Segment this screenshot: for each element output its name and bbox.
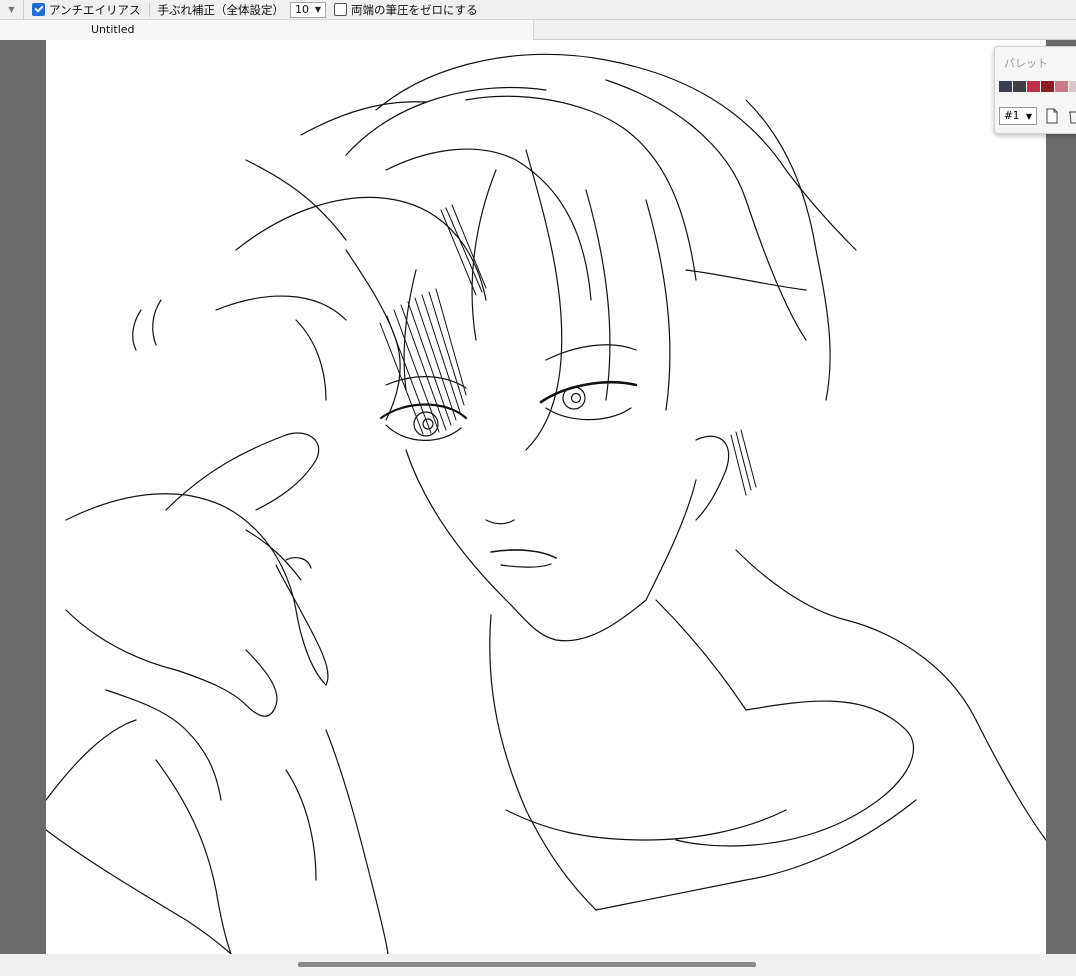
new-page-icon[interactable]: [1045, 108, 1059, 124]
toolbar-divider: [148, 2, 150, 17]
tool-dropdown-button[interactable]: ▼: [0, 0, 24, 20]
document-tab-bar: Untitled: [0, 20, 1076, 40]
trash-icon[interactable]: [1067, 108, 1076, 124]
horizontal-scrollbar[interactable]: [298, 962, 756, 967]
zero-pressure-label: 両端の筆圧をゼロにする: [351, 2, 478, 17]
color-swatch[interactable]: [1055, 81, 1068, 92]
line-art-illustration: [46, 53, 1046, 954]
palette-title: パレット: [1004, 57, 1048, 70]
chevron-down-icon: ▼: [1025, 111, 1032, 121]
stabilizer-value: 10: [295, 3, 310, 16]
color-swatch[interactable]: [1027, 81, 1040, 92]
app-window: ▼ アンチエイリアス 手ぶれ補正（全体設定） 10 ▼ 両端の筆圧をゼロにする …: [0, 0, 1076, 976]
stabilizer-select[interactable]: 10 ▼: [290, 1, 327, 18]
tab-label: Untitled: [91, 23, 135, 36]
drawing-canvas[interactable]: [46, 40, 1046, 954]
palette-set-select[interactable]: #1 ▼: [999, 107, 1037, 125]
palette-set-value: #1: [1004, 110, 1020, 122]
color-swatch[interactable]: [999, 81, 1012, 92]
palette-panel: パレット #1 ▼: [994, 46, 1076, 134]
chevron-down-icon: ▼: [314, 5, 322, 14]
zero-pressure-checkbox[interactable]: [334, 3, 348, 16]
chevron-down-icon: ▼: [8, 5, 15, 14]
antialias-label: アンチエイリアス: [49, 2, 141, 17]
tab-untitled[interactable]: Untitled: [0, 20, 534, 40]
color-swatch[interactable]: [1069, 81, 1076, 92]
status-bar: [0, 954, 1076, 976]
tool-options-bar: ▼ アンチエイリアス 手ぶれ補正（全体設定） 10 ▼ 両端の筆圧をゼロにする: [0, 0, 1076, 20]
color-swatch[interactable]: [1013, 81, 1026, 92]
antialias-checkbox[interactable]: [32, 3, 45, 16]
stabilizer-label: 手ぶれ補正（全体設定）: [157, 2, 285, 17]
color-swatches: [999, 81, 1076, 92]
color-swatch[interactable]: [1041, 81, 1054, 92]
